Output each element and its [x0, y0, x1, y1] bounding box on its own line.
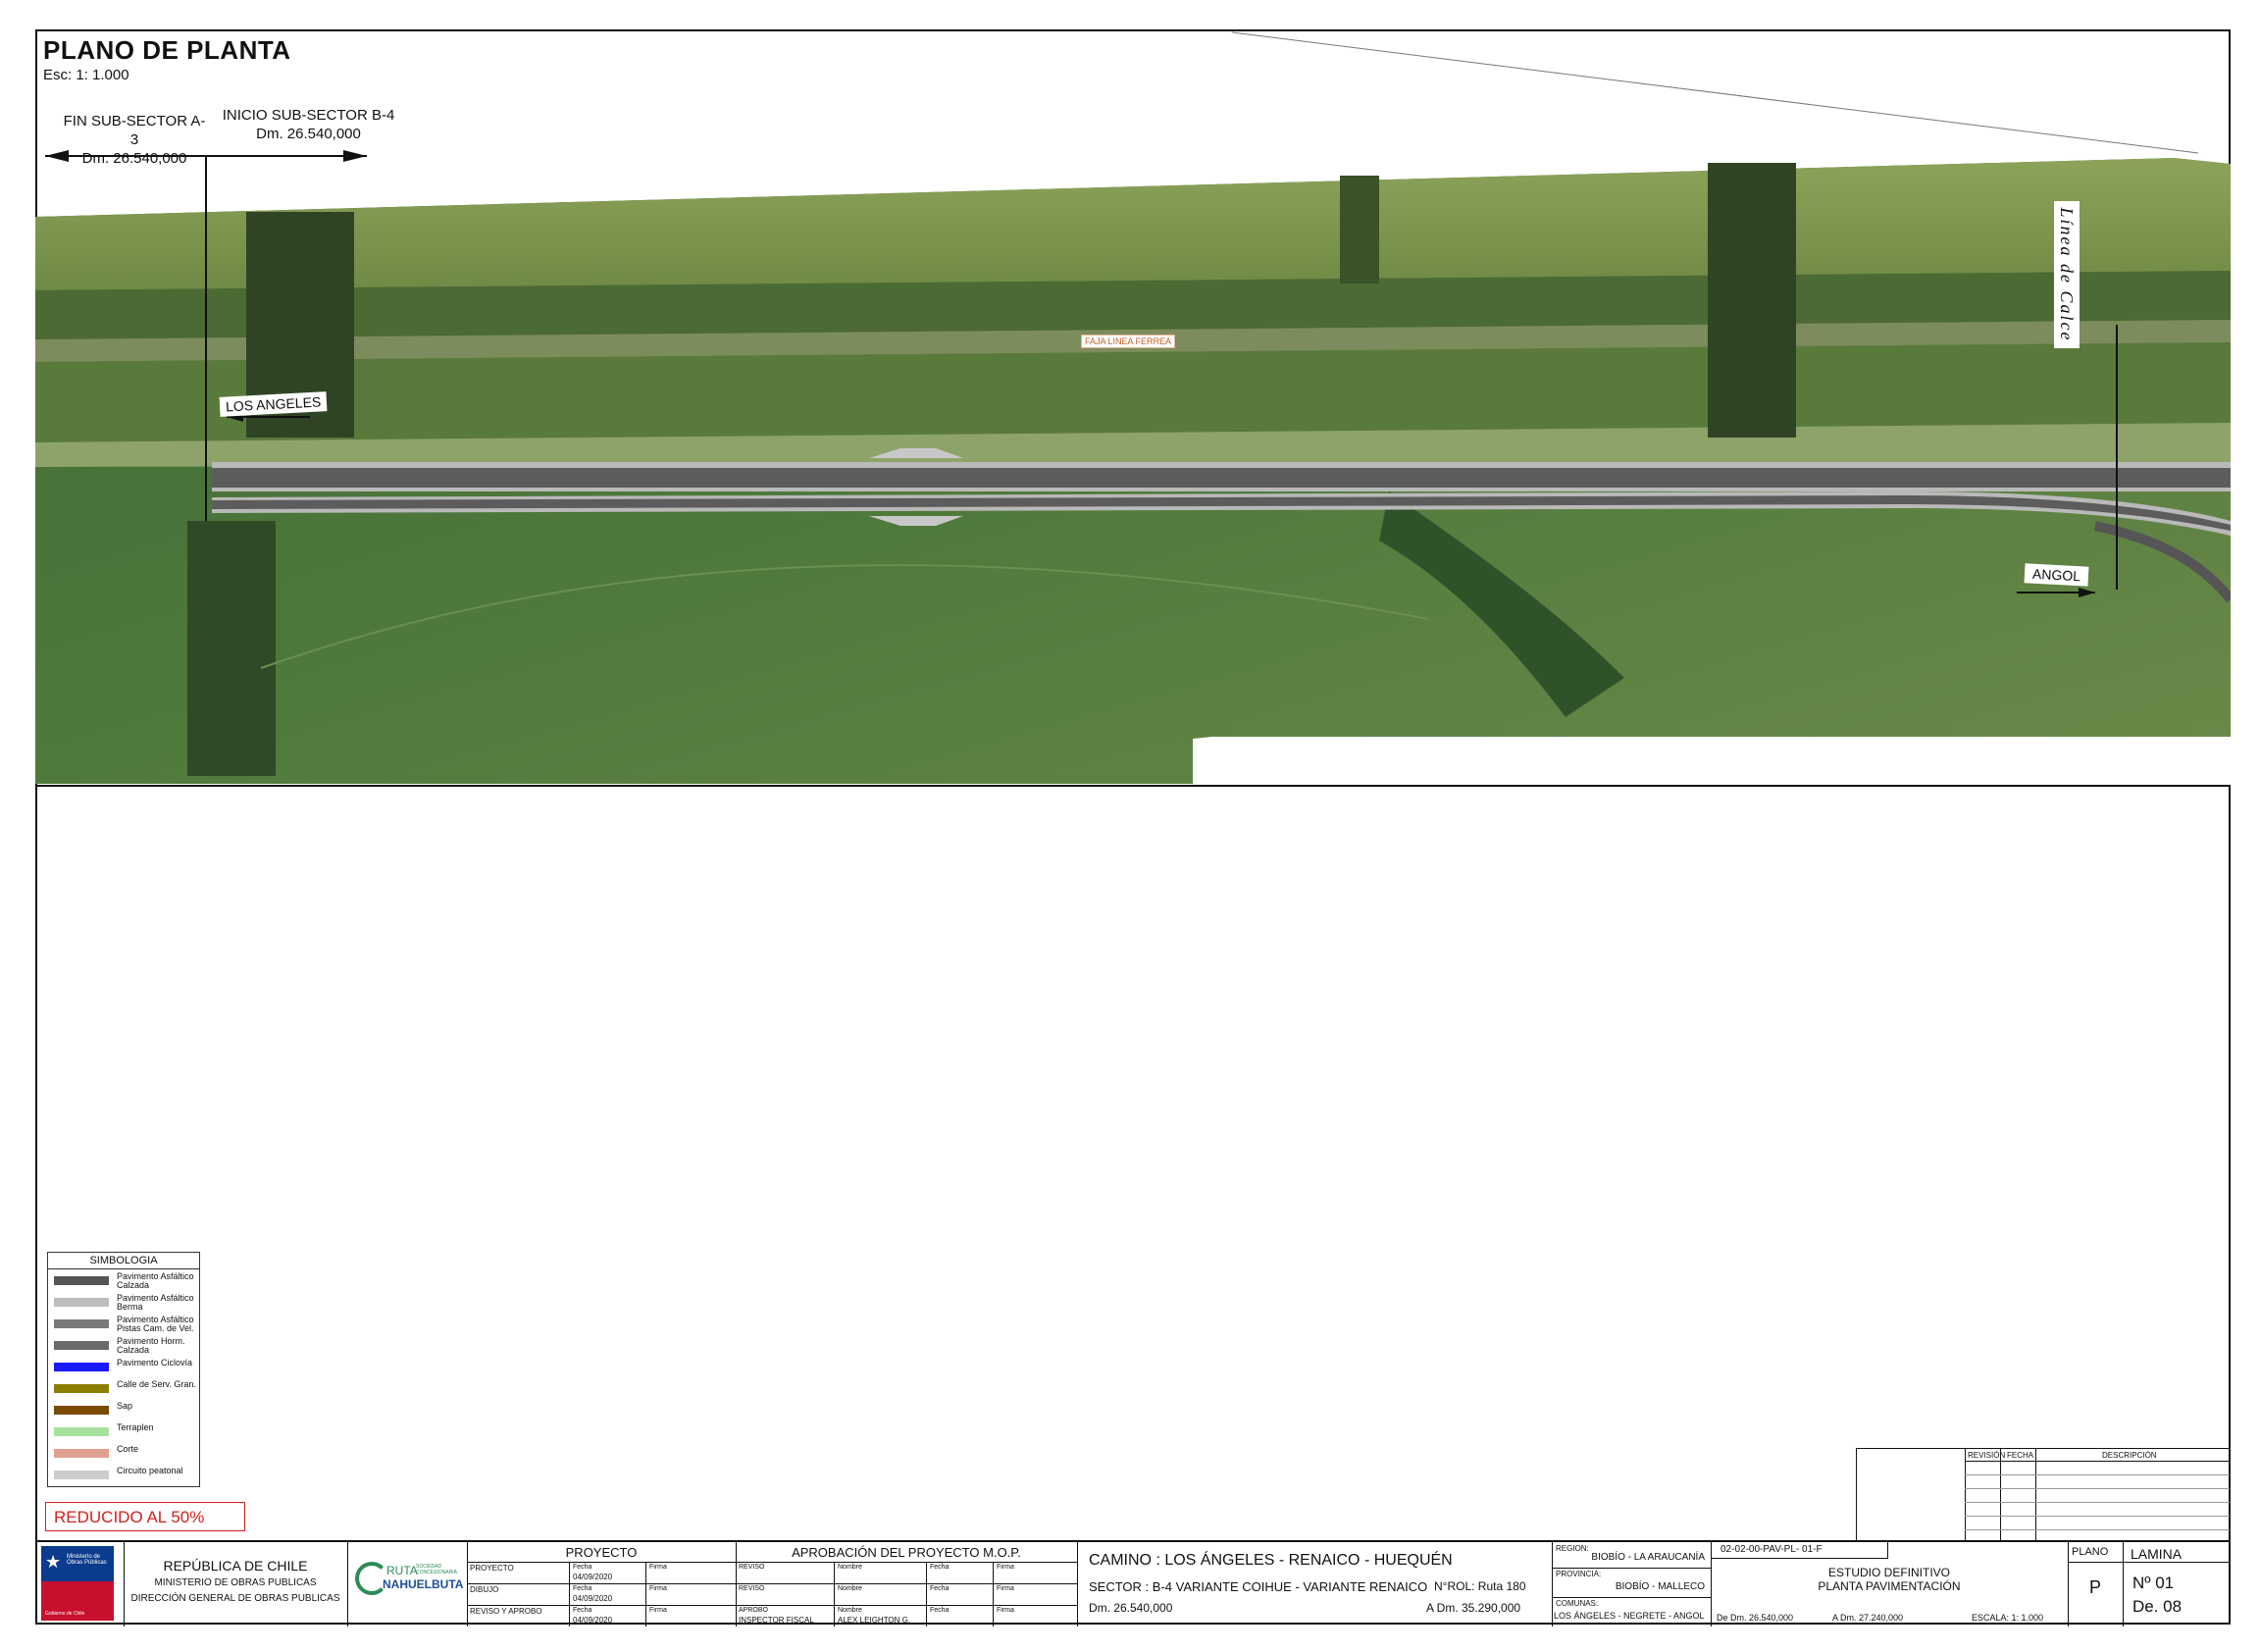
aprobacion-role: REVISO: [739, 1564, 765, 1571]
aprobacion-fecha: Fecha: [930, 1564, 950, 1571]
aprobacion-role: APROBO: [739, 1607, 768, 1614]
legend-swatch: [54, 1427, 109, 1436]
legend-swatch: [54, 1406, 109, 1415]
page-title: PLANO DE PLANTA: [43, 35, 291, 65]
aprobacion-firma: Firma: [997, 1607, 1014, 1614]
legend-swatch: [54, 1449, 109, 1458]
scale-label: Esc: 1: 1.000: [43, 67, 129, 83]
camino-cell: CAMINO : LOS ÁNGELES - RENAICO - HUEQUÉN…: [1077, 1542, 1553, 1626]
aprobacion-cell: APROBACIÓN DEL PROYECTO M.O.P. REVISO Nom…: [736, 1542, 1078, 1626]
aprobacion-fecha: Fecha: [930, 1607, 950, 1614]
title-block: ★ Ministerio de Obras Públicas Gobierno …: [37, 1540, 2231, 1626]
aprobacion-firma: Firma: [997, 1564, 1014, 1571]
aprobacion-nombre_lbl: Nombre: [838, 1564, 862, 1571]
proyecto-firma: Firma: [649, 1564, 667, 1571]
proyecto-cell: PROYECTO PROYECTO Fecha 04/09/2020 Firma DIB…: [467, 1542, 737, 1626]
legend-title: SIMBOLOGIA: [48, 1253, 199, 1269]
legend-swatch: [54, 1319, 109, 1328]
aprobacion-fecha: Fecha: [930, 1585, 950, 1592]
legend-label: Corte: [117, 1444, 139, 1454]
legend-swatch: [54, 1298, 109, 1307]
legend-swatch: [54, 1471, 109, 1479]
legend-label: Pavimento Horm. Calzada: [117, 1336, 185, 1355]
angol-label: ANGOL: [2024, 563, 2089, 587]
legend-item: Pavimento Horm. Calzada: [54, 1337, 197, 1355]
legend-item: Sap: [54, 1402, 197, 1420]
proyecto-fecha: 04/09/2020: [573, 1573, 613, 1581]
legend-label: Calle de Serv. Gran.: [117, 1379, 196, 1389]
aprobacion-nombre: ALEX LEIGHTON G.: [838, 1616, 911, 1625]
legend-label: Pavimento Ciclovía: [117, 1358, 193, 1368]
ruta-logo-cell: RUTA SOCIEDAD CONCESIONARIA NAHUELBUTA: [347, 1542, 468, 1626]
legend-item: Pavimento Ciclovía: [54, 1359, 197, 1376]
lamina-cell: LAMINA Nº 01 De. 08: [2123, 1542, 2231, 1626]
legend-label: Pavimento Asfáltico Berma: [117, 1293, 194, 1312]
legend-swatch: [54, 1384, 109, 1393]
proyecto-firma: Firma: [649, 1585, 667, 1592]
mop-logo: ★ Ministerio de Obras Públicas Gobierno …: [41, 1546, 114, 1621]
legend-label: Terraplen: [117, 1422, 154, 1432]
legend-label: Pavimento Asfáltico Pistas Cam. de Vel.: [117, 1315, 194, 1333]
legend-item: Calle de Serv. Gran.: [54, 1380, 197, 1398]
plan-divider: [35, 785, 2231, 787]
fecha-col-label: FECHA: [2007, 1451, 2034, 1460]
aerial-plan-view: [35, 31, 2231, 786]
mop-logo-cell: ★ Ministerio de Obras Públicas Gobierno …: [37, 1542, 125, 1626]
aprobacion-role2: INSPECTOR FISCAL: [739, 1616, 814, 1625]
ministry-cell: REPÚBLICA DE CHILE MINISTERIO DE OBRAS P…: [124, 1542, 348, 1626]
proyecto-fecha_lbl: Fecha: [573, 1585, 592, 1592]
proyecto-firma: Firma: [649, 1607, 667, 1614]
drawing-code: 02-02-00-PAV-PL- 01-F: [1721, 1544, 1823, 1555]
legend-swatch: [54, 1276, 109, 1285]
revision-table: REVISIÓN FECHA DESCRIPCIÓN: [1856, 1448, 2231, 1541]
aprobacion-nombre_lbl: Nombre: [838, 1607, 862, 1614]
proyecto-role: DIBUJO: [470, 1585, 499, 1594]
star-icon: ★: [45, 1552, 62, 1572]
legend-item: Pavimento Asfáltico Pistas Cam. de Vel.: [54, 1316, 197, 1333]
legend-item: Terraplen: [54, 1423, 197, 1441]
inicio-subsector-label: INICIO SUB-SECTOR B-4 Dm. 26.540,000: [222, 107, 395, 142]
legend-swatch: [54, 1341, 109, 1350]
proyecto-fecha: 04/09/2020: [573, 1616, 613, 1625]
legend-item: Circuito peatonal: [54, 1467, 197, 1484]
legend-item: Pavimento Asfáltico Berma: [54, 1294, 197, 1312]
fin-subsector-label: FIN SUB-SECTOR A-3 Dm. 26.540,000: [63, 113, 206, 167]
legend-label: Sap: [117, 1401, 133, 1411]
aprobacion-nombre_lbl: Nombre: [838, 1585, 862, 1592]
proyecto-fecha_lbl: Fecha: [573, 1607, 592, 1614]
proyecto-role: REVISO Y APROBO: [470, 1607, 542, 1616]
proyecto-role: PROYECTO: [470, 1564, 514, 1573]
descripcion-col-label: DESCRIPCIÓN: [2102, 1451, 2157, 1460]
region-cell: REGION: BIOBÍO - LA ARAUCANÍA PROVINCIA:…: [1552, 1542, 1712, 1626]
proyecto-fecha: 04/09/2020: [573, 1594, 613, 1603]
plano-cell: PLANO P: [2068, 1542, 2124, 1626]
faja-linea-ferrea-label: FAJA LINEA FERREA: [1081, 335, 1176, 348]
aprobacion-role: REVISO: [739, 1585, 765, 1592]
legend-label: Circuito peatonal: [117, 1466, 183, 1475]
legend-item: Pavimento Asfáltico Calzada: [54, 1272, 197, 1290]
aprobacion-firma: Firma: [997, 1585, 1014, 1592]
legend: SIMBOLOGIA Pavimento Asfáltico Calzada Pa…: [47, 1252, 200, 1487]
legend-item: Corte: [54, 1445, 197, 1463]
proyecto-fecha_lbl: Fecha: [573, 1564, 592, 1571]
legend-label: Pavimento Asfáltico Calzada: [117, 1271, 194, 1290]
legend-swatch: [54, 1363, 109, 1371]
linea-de-calce-label: Línea de Calce: [2054, 201, 2080, 348]
estudio-cell: 02-02-00-PAV-PL- 01-F ESTUDIO DEFINITIVO…: [1711, 1542, 2069, 1626]
reduced-note: REDUCIDO AL 50%: [45, 1502, 245, 1531]
